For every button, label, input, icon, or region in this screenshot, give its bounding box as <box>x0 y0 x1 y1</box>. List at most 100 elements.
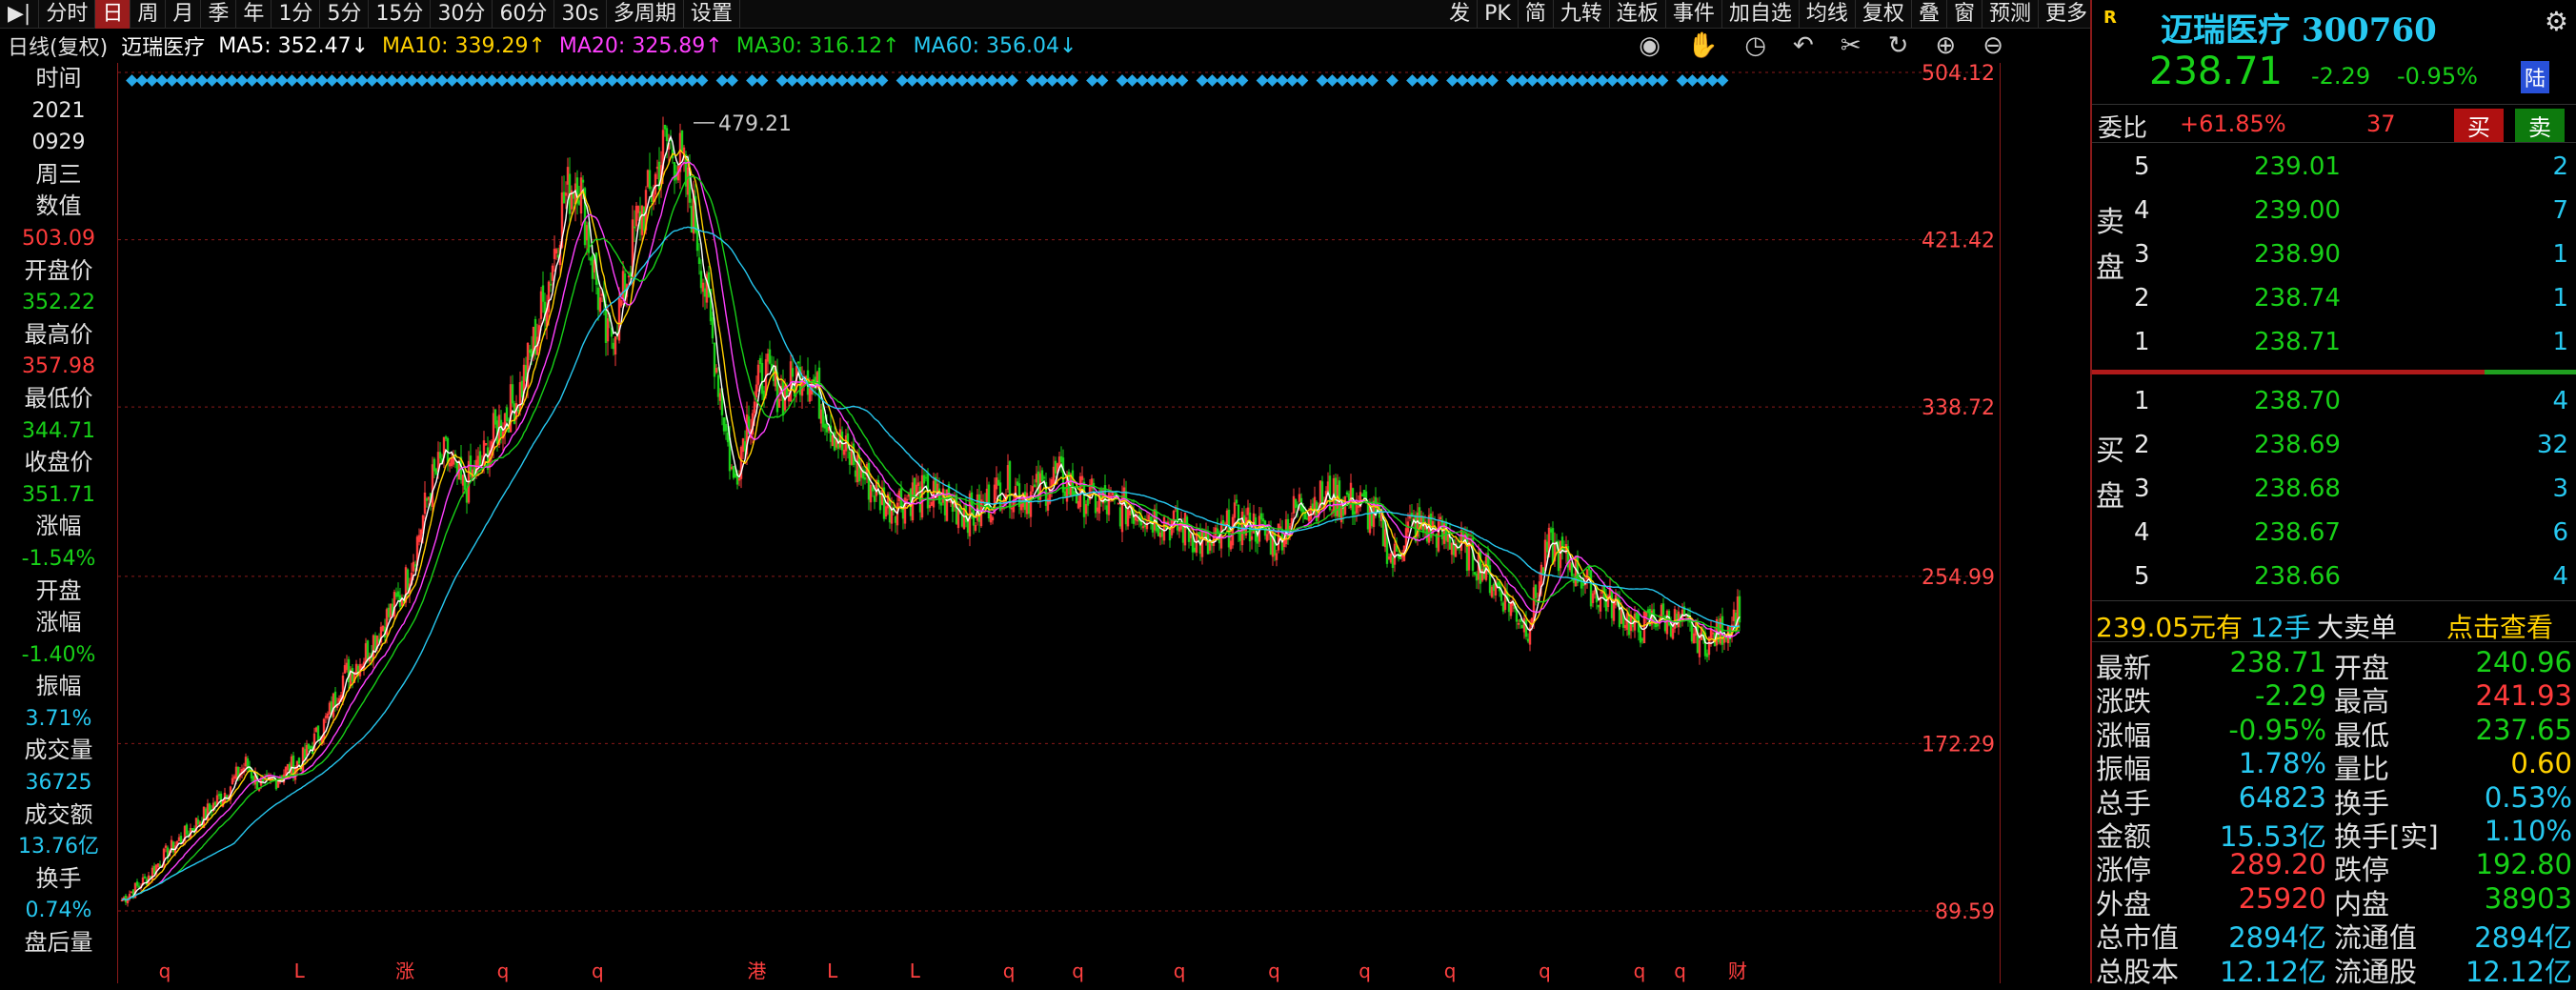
candle-body <box>1392 557 1394 567</box>
sell-button[interactable]: 卖 <box>2515 109 2565 142</box>
candle-body <box>797 362 799 363</box>
stats-row: 总手 64823 换手 0.53% <box>2092 781 2576 816</box>
candle-body <box>197 820 199 824</box>
scissors-icon[interactable]: ✂ <box>1841 31 1862 60</box>
bottom-event-marker: q <box>1358 960 1371 982</box>
candle-body <box>1527 639 1529 641</box>
period-tab-11[interactable]: 30s <box>554 0 606 29</box>
info-value: 0.74% <box>0 895 117 927</box>
buy-button[interactable]: 买 <box>2454 109 2504 142</box>
candle-body <box>1571 563 1573 576</box>
book-volume: 4 <box>2552 387 2568 415</box>
stats-row: 振幅 1.78% 量比 0.60 <box>2092 747 2576 781</box>
weibi-value: +61.85% <box>2180 111 2286 137</box>
stat-value: 1.78% <box>2239 747 2326 779</box>
info-label: 成交量 <box>0 735 117 767</box>
book-row[interactable]: 1 238.71 1 <box>2092 320 2576 364</box>
redo-icon[interactable]: ↻ <box>1888 31 1909 60</box>
kline-chart[interactable]: 504.12 421.42 338.72 254.99 172.29 89.59 479.2… <box>118 63 2001 983</box>
candle-body <box>879 493 881 510</box>
book-level: 4 <box>2134 196 2150 225</box>
period-tab-3[interactable]: 月 <box>166 0 201 29</box>
candle-body <box>1249 513 1251 540</box>
book-row[interactable]: 2 238.69 32 <box>2092 423 2576 467</box>
candle-body <box>1721 616 1723 644</box>
period-tab-7[interactable]: 5分 <box>320 0 369 29</box>
candle-body <box>150 877 151 878</box>
undo-icon[interactable]: ↶ <box>1793 31 1814 60</box>
book-row[interactable]: 2 238.74 1 <box>2092 276 2576 320</box>
candle-body <box>1657 624 1659 626</box>
toolbar-right-item-0[interactable]: 发 <box>1442 0 1478 29</box>
period-tab-6[interactable]: 1分 <box>272 0 320 29</box>
book-divider-green <box>2485 370 2576 374</box>
toolbar-right-item-8[interactable]: 复权 <box>1856 0 1912 29</box>
period-tab-2[interactable]: 周 <box>131 0 166 29</box>
book-row[interactable]: 3 238.68 3 <box>2092 467 2576 511</box>
toolbar-right-item-3[interactable]: 九转 <box>1554 0 1610 29</box>
candle-body <box>919 487 921 512</box>
toolbar-right-item-1[interactable]: PK <box>1478 0 1519 29</box>
book-level: 3 <box>2134 475 2150 503</box>
candle-body <box>1297 505 1298 506</box>
ma30-value: MA30: 316.12↑ <box>736 34 900 58</box>
kline-svg[interactable]: 504.12 421.42 338.72 254.99 172.29 89.59 479.2… <box>118 63 2001 983</box>
candle-body <box>1493 584 1495 591</box>
candle-body <box>1306 518 1308 519</box>
collapse-icon[interactable]: ▶| <box>0 0 39 29</box>
book-row[interactable]: 5 239.01 2 <box>2092 145 2576 189</box>
candle-body <box>700 272 702 288</box>
toolbar-right-item-7[interactable]: 均线 <box>1800 0 1856 29</box>
hand-icon[interactable]: ✋ <box>1687 31 1718 60</box>
period-tab-1[interactable]: 日 <box>95 0 131 29</box>
chart-tools: ◉ ✋ ◷ ↶ ✂ ↻ ⊕ ⊖ <box>1639 29 2024 63</box>
period-tab-8[interactable]: 15分 <box>369 0 431 29</box>
book-row[interactable]: 5 238.66 4 <box>2092 555 2576 598</box>
toolbar-right-item-12[interactable]: 更多 <box>2039 0 2095 29</box>
period-tab-13[interactable]: 设置 <box>684 0 740 29</box>
period-tab-10[interactable]: 60分 <box>493 0 554 29</box>
toolbar-right-item-10[interactable]: 窗 <box>1947 0 1982 29</box>
book-volume: 6 <box>2552 518 2568 547</box>
toolbar-right-item-11[interactable]: 预测 <box>1982 0 2039 29</box>
book-level: 2 <box>2134 431 2150 459</box>
candle-body <box>1144 525 1146 526</box>
candle-body <box>1479 550 1481 584</box>
gear-icon[interactable]: ⚙ <box>2545 6 2568 37</box>
toolbar-right-item-5[interactable]: 事件 <box>1666 0 1722 29</box>
candle-body <box>1236 500 1238 503</box>
toolbar-right-item-4[interactable]: 连板 <box>1610 0 1666 29</box>
candle-body <box>1064 492 1066 495</box>
candle-body <box>1363 490 1365 496</box>
candle-body <box>1542 568 1544 575</box>
candle-body <box>1016 482 1018 485</box>
toolbar-right-item-6[interactable]: 加自选 <box>1722 0 1800 29</box>
book-row[interactable]: 1 238.70 4 <box>2092 379 2576 423</box>
candle-body <box>172 842 174 852</box>
period-tab-0[interactable]: 分时 <box>39 0 95 29</box>
y-tick-label: 89.59 <box>1935 900 1995 924</box>
toolbar-right-item-2[interactable]: 简 <box>1519 0 1554 29</box>
bottom-event-marker: q <box>1634 960 1646 982</box>
book-volume: 4 <box>2552 562 2568 591</box>
candle-body <box>487 448 489 470</box>
eye-icon[interactable]: ◉ <box>1639 31 1660 60</box>
period-tab-5[interactable]: 年 <box>236 0 272 29</box>
candle-body <box>136 882 138 886</box>
book-row[interactable]: 4 239.00 7 <box>2092 189 2576 232</box>
period-tab-9[interactable]: 30分 <box>431 0 493 29</box>
zoom-out-icon[interactable]: ⊖ <box>1982 31 2003 60</box>
zoom-in-icon[interactable]: ⊕ <box>1935 31 1956 60</box>
info-label: 最高价 <box>0 319 117 352</box>
stat-value: 38903 <box>2485 882 2572 915</box>
big-order-link[interactable]: 点击查看 <box>2446 607 2553 645</box>
candle-body <box>220 794 222 804</box>
period-tab-4[interactable]: 季 <box>201 0 236 29</box>
period-tab-12[interactable]: 多周期 <box>607 0 684 29</box>
candle-body <box>1177 509 1178 530</box>
book-row[interactable]: 3 238.90 1 <box>2092 232 2576 276</box>
toolbar-right-item-9[interactable]: 叠 <box>1912 0 1947 29</box>
book-row[interactable]: 4 238.67 6 <box>2092 511 2576 555</box>
stats-row: 外盘 25920 内盘 38903 <box>2092 882 2576 917</box>
history-icon[interactable]: ◷ <box>1744 31 1766 60</box>
